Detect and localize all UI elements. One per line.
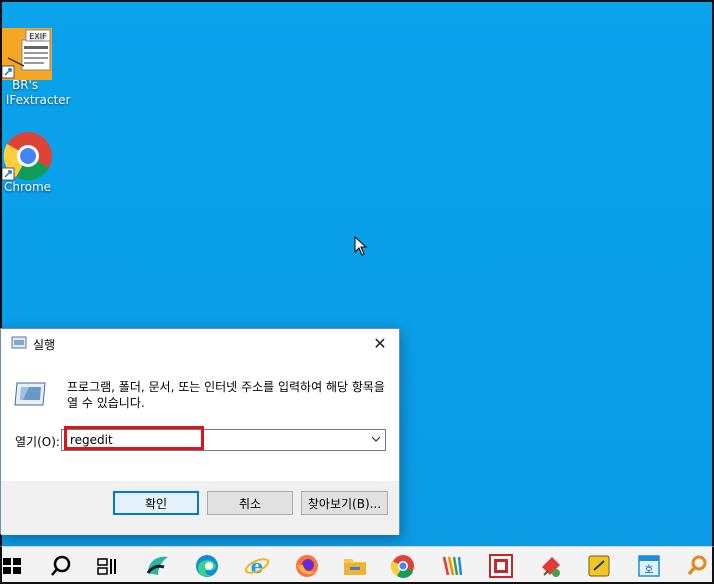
open-label: 열기(O): bbox=[15, 435, 60, 449]
dialog-body bbox=[1, 359, 399, 481]
browse-button[interactable]: 찾아보기(B)... bbox=[301, 491, 388, 515]
search-magnifier-icon[interactable] bbox=[682, 551, 712, 581]
firefox-icon[interactable] bbox=[292, 551, 322, 581]
desktop-icon-label: Chrome bbox=[4, 180, 52, 194]
app-icon[interactable] bbox=[142, 551, 172, 581]
app-icon[interactable] bbox=[486, 551, 516, 581]
dialog-title: 실행 bbox=[33, 337, 56, 352]
exif-badge: EXIF bbox=[29, 32, 47, 41]
desktop-icon-chrome[interactable]: Chrome bbox=[1, 130, 72, 195]
task-view-icon[interactable] bbox=[92, 551, 122, 581]
ok-button[interactable]: 확인 bbox=[113, 491, 199, 515]
chrome-icon[interactable] bbox=[388, 551, 418, 581]
start-icon[interactable] bbox=[0, 551, 28, 581]
exif-app-icon: EXIF bbox=[1, 28, 52, 80]
app-icon[interactable] bbox=[536, 551, 566, 581]
app-icon[interactable] bbox=[438, 551, 468, 581]
file-explorer-icon[interactable] bbox=[340, 551, 370, 581]
run-small-icon bbox=[11, 335, 27, 354]
open-combobox[interactable] bbox=[61, 429, 386, 451]
cancel-button[interactable]: 취소 bbox=[207, 491, 293, 515]
chrome-icon bbox=[1, 130, 52, 181]
edge-icon[interactable] bbox=[192, 551, 222, 581]
app-icon[interactable]: 호 bbox=[634, 551, 664, 581]
ie-icon[interactable]: e bbox=[242, 551, 272, 581]
app-icon[interactable] bbox=[584, 551, 614, 581]
svg-text:e: e bbox=[251, 554, 264, 578]
taskbar: e 호 bbox=[0, 546, 714, 584]
desktop-icon-label: BR's bbox=[12, 78, 39, 92]
dialog-description: 프로그램, 폴더, 문서, 또는 인터넷 주소를 입력하여 해당 항목을 열 수… bbox=[67, 380, 385, 410]
close-button[interactable]: ✕ bbox=[371, 335, 389, 353]
desktop-icon-label: lFextracter bbox=[6, 93, 71, 107]
open-input[interactable] bbox=[70, 432, 350, 448]
mouse-cursor-icon bbox=[354, 235, 368, 260]
hangul-label: 호 bbox=[644, 564, 653, 576]
run-icon bbox=[13, 381, 47, 411]
search-icon[interactable] bbox=[46, 551, 76, 581]
dialog-titlebar[interactable]: 실행 ✕ bbox=[1, 329, 399, 359]
desktop-icon-exif[interactable]: EXIF BR's lFextracter bbox=[1, 28, 72, 108]
run-dialog: 실행 ✕ 프로그램, 폴더, 문서, 또는 인터넷 주소를 입력하여 해당 항목… bbox=[0, 328, 400, 535]
chevron-down-icon[interactable] bbox=[371, 432, 381, 449]
